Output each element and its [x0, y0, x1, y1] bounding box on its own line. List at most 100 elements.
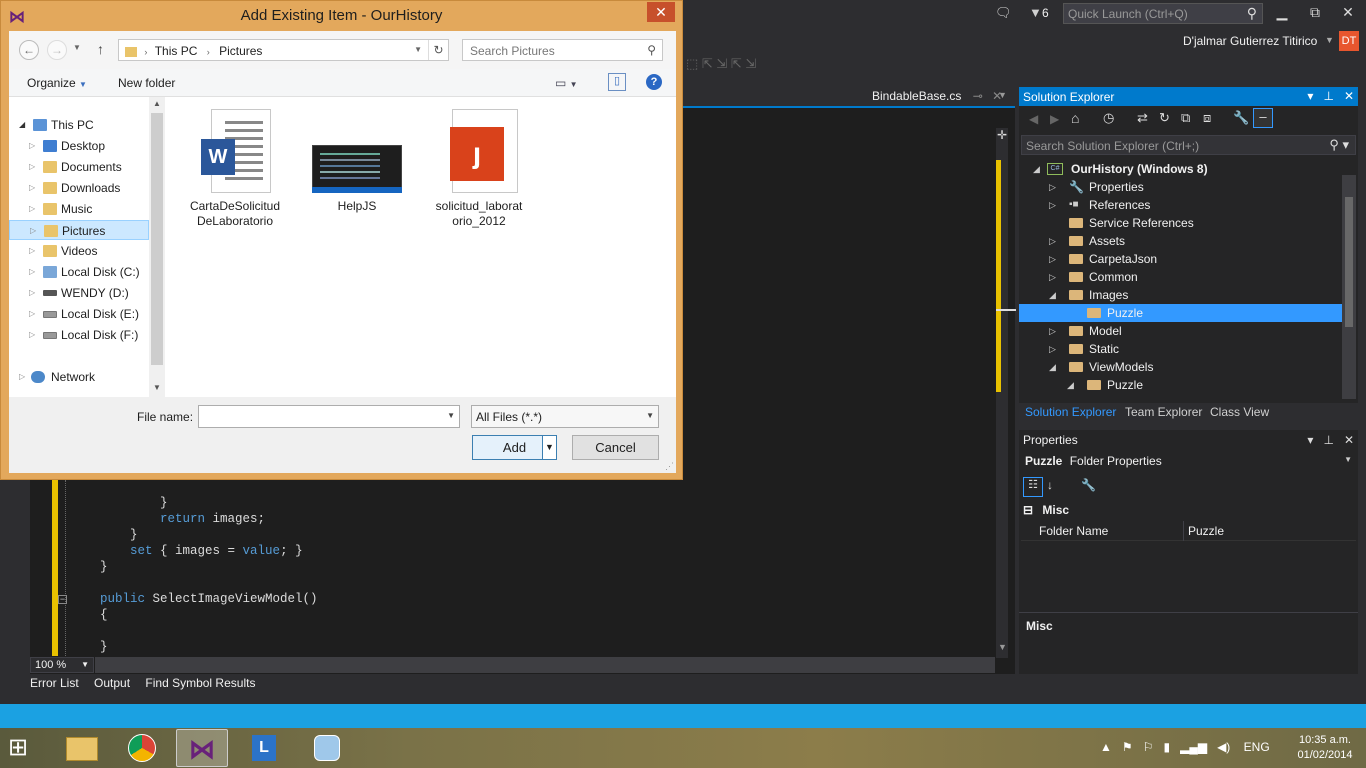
breadcrumb-this-pc[interactable]: This PC: [155, 44, 198, 58]
properties-wrench-icon[interactable]: 🔧: [1233, 110, 1249, 126]
tab-find-symbol-results[interactable]: Find Symbol Results: [145, 676, 255, 690]
tab-class-view[interactable]: Class View: [1210, 405, 1269, 419]
tree-node-project[interactable]: ◢ C# OurHistory (Windows 8): [1019, 160, 1342, 178]
refresh-icon[interactable]: ↻: [1159, 110, 1170, 126]
breadcrumb-pictures[interactable]: Pictures: [219, 44, 262, 58]
nav-item-network[interactable]: ▷ Network: [17, 367, 147, 387]
tree-node-service-references[interactable]: Service References: [1019, 214, 1342, 232]
collapse-icon[interactable]: ⊟: [1023, 503, 1033, 517]
user-name[interactable]: D'jalmar Gutierrez Titirico: [1183, 34, 1317, 48]
scroll-thumb[interactable]: [151, 113, 163, 365]
wifi-icon[interactable]: ▂▄▆: [1180, 740, 1207, 754]
tab-dropdown-icon[interactable]: ▼: [998, 90, 1007, 100]
panel-menu-icon[interactable]: ▾: [1307, 433, 1313, 447]
tab-error-list[interactable]: Error List: [30, 676, 79, 690]
file-item[interactable]: ȷ solicitud_laborat orio_2012: [429, 109, 529, 229]
change-view-icon[interactable]: ▭ ▼: [555, 76, 578, 90]
add-dropdown-icon[interactable]: ▼: [542, 436, 556, 459]
close-icon[interactable]: ✕: [1344, 433, 1354, 447]
minimize-icon[interactable]: ▁: [1271, 4, 1293, 22]
solution-tree-scrollbar[interactable]: [1342, 175, 1356, 399]
file-type-select[interactable]: All Files (*.*) ▼: [471, 405, 659, 428]
tree-node-images-puzzle[interactable]: Puzzle: [1019, 304, 1342, 322]
property-row[interactable]: Folder Name Puzzle: [1021, 521, 1356, 541]
address-bar[interactable]: › This PC › Pictures ▼ ↻: [118, 39, 449, 61]
chevron-down-icon[interactable]: ▼: [447, 411, 455, 420]
navigation-pane-scrollbar[interactable]: ▲ ▼: [149, 97, 165, 397]
file-name-input[interactable]: ▼: [198, 405, 460, 428]
scroll-down-icon[interactable]: ▼: [153, 383, 161, 392]
tab-solution-explorer[interactable]: Solution Explorer: [1025, 405, 1116, 419]
new-folder-button[interactable]: New folder: [118, 76, 175, 90]
tab-output[interactable]: Output: [94, 676, 130, 690]
help-icon[interactable]: ?: [646, 74, 662, 90]
pin-icon[interactable]: ⊥: [1323, 433, 1333, 447]
notifications-flag-icon[interactable]: ▼: [1029, 5, 1042, 20]
quick-launch-input[interactable]: Quick Launch (Ctrl+Q) ⚲: [1063, 3, 1263, 24]
history-icon[interactable]: ◷: [1103, 110, 1114, 126]
home-icon[interactable]: ⌂: [1071, 110, 1079, 126]
file-item[interactable]: W CartaDeSolicitud DeLaboratorio: [185, 109, 285, 229]
feedback-icon[interactable]: 🗨: [995, 5, 1012, 21]
tree-node-viewmodels-puzzle[interactable]: ◢ Puzzle: [1019, 376, 1342, 394]
alphabetical-icon[interactable]: ↓: [1047, 478, 1053, 492]
up-arrow-icon[interactable]: ↑: [97, 41, 104, 57]
nav-item-this-pc[interactable]: ◢ This PC: [17, 115, 147, 135]
panel-menu-icon[interactable]: ▾: [1307, 89, 1313, 103]
zoom-select[interactable]: 100 % ▼: [30, 657, 94, 673]
close-icon[interactable]: ✕: [1344, 89, 1354, 103]
chevron-down-icon[interactable]: ▼: [414, 45, 422, 54]
recent-locations-icon[interactable]: ▼: [73, 43, 81, 52]
nav-item-local-disk-e[interactable]: ▷ Local Disk (E:): [27, 304, 147, 324]
show-all-files-icon[interactable]: ⧈: [1203, 110, 1211, 126]
tree-node-common[interactable]: ▷ Common: [1019, 268, 1342, 286]
tab-team-explorer[interactable]: Team Explorer: [1125, 405, 1202, 419]
forward-button[interactable]: →: [47, 40, 67, 60]
collapse-icon[interactable]: −: [58, 595, 67, 604]
property-pages-icon[interactable]: 🔧: [1081, 478, 1096, 492]
nav-item-documents[interactable]: ▷ Documents: [27, 157, 147, 177]
user-dropdown-icon[interactable]: ▼: [1325, 35, 1334, 45]
preview-pane-icon[interactable]: ▯: [608, 73, 626, 91]
visual-studio-icon[interactable]: ⋈: [176, 729, 228, 767]
nav-item-wendy-d[interactable]: ▷ WENDY (D:): [27, 283, 147, 303]
categorized-icon[interactable]: ☷: [1023, 477, 1043, 497]
add-button[interactable]: Add ▼: [472, 435, 557, 460]
nav-item-music[interactable]: ▷ Music: [27, 199, 147, 219]
tree-node-viewmodels[interactable]: ◢ ViewModels: [1019, 358, 1342, 376]
avatar[interactable]: DT: [1339, 31, 1359, 51]
tree-node-model[interactable]: ▷ Model: [1019, 322, 1342, 340]
solution-explorer-search[interactable]: Search Solution Explorer (Ctrl+;) ⚲ ▾: [1021, 135, 1356, 155]
nav-item-videos[interactable]: ▷ Videos: [27, 241, 147, 261]
back-icon[interactable]: ◀: [1029, 112, 1038, 126]
file-item[interactable]: HelpJS: [307, 109, 407, 214]
organize-button[interactable]: Organize ▼: [27, 76, 87, 90]
properties-object-selector[interactable]: Puzzle Folder Properties ▼: [1019, 452, 1358, 472]
scroll-thumb[interactable]: [1345, 197, 1353, 327]
volume-icon[interactable]: ◀): [1217, 740, 1230, 754]
finder-icon[interactable]: [300, 729, 352, 767]
scroll-down-icon[interactable]: ▼: [998, 642, 1007, 652]
tree-node-references[interactable]: ▷ ▪■ References: [1019, 196, 1342, 214]
close-window-icon[interactable]: ✕: [1337, 4, 1359, 22]
category-row[interactable]: ⊟ Misc: [1023, 503, 1069, 517]
chrome-icon[interactable]: [116, 729, 168, 767]
scroll-up-icon[interactable]: ▲: [153, 99, 161, 108]
show-hidden-icon[interactable]: ▲: [1100, 740, 1112, 754]
file-explorer-icon[interactable]: [56, 729, 108, 767]
restore-icon[interactable]: ⧉: [1304, 4, 1326, 22]
tree-node-images[interactable]: ◢ Images: [1019, 286, 1342, 304]
tree-node-carpetajson[interactable]: ▷ CarpetaJson: [1019, 250, 1342, 268]
refresh-icon[interactable]: ↻: [428, 40, 448, 60]
cancel-button[interactable]: Cancel: [572, 435, 659, 460]
property-value[interactable]: Puzzle: [1188, 524, 1224, 538]
pin-icon[interactable]: ⊥: [1323, 89, 1333, 103]
collapse-all-icon[interactable]: ⧉: [1181, 110, 1190, 126]
nav-item-pictures[interactable]: ▷ Pictures: [9, 220, 149, 240]
forward-icon[interactable]: ▶: [1050, 112, 1059, 126]
lync-icon[interactable]: L: [238, 729, 290, 767]
language-indicator[interactable]: ENG: [1244, 740, 1270, 754]
nav-item-local-disk-f[interactable]: ▷ Local Disk (F:): [27, 325, 147, 345]
sync-icon[interactable]: ⇄: [1137, 110, 1148, 126]
dialog-close-button[interactable]: ✕: [647, 2, 675, 22]
